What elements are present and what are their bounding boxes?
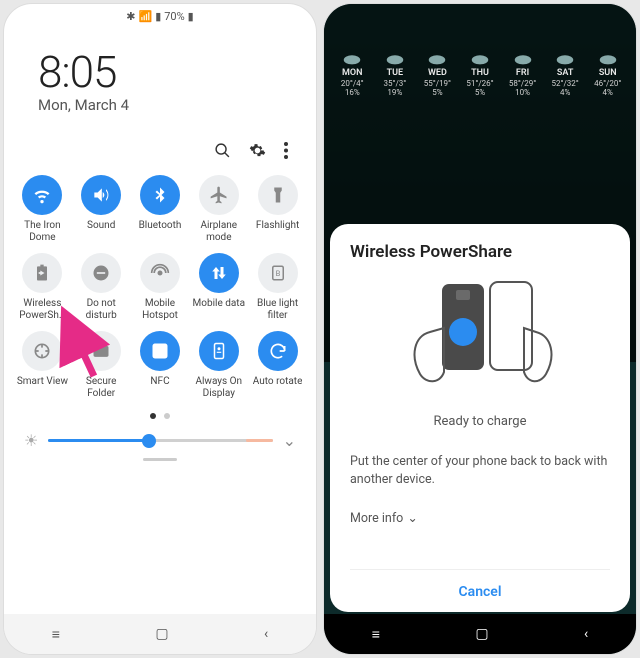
bluetooth-status-icon: ✱: [126, 10, 135, 23]
tile-dnd[interactable]: Do not disturb: [73, 253, 130, 321]
nav-bar: ≡ ▢ ‹: [324, 614, 636, 654]
clock-area: 8:05 Mon, March 4: [4, 28, 316, 120]
panel-tools: [4, 120, 316, 169]
pager-dots[interactable]: [4, 399, 316, 425]
phone-right-powershare: 8:05 📶 ▮ ▮ MON20°/4°16%TUE35°/3°19%WED55…: [324, 4, 636, 654]
hotspot-icon: [140, 253, 180, 293]
more-info-button[interactable]: More info ⌄: [350, 510, 610, 526]
tile-volume[interactable]: Sound: [73, 175, 130, 243]
tile-label: Always On Display: [190, 376, 247, 399]
nav-back-icon[interactable]: ‹: [264, 626, 268, 642]
tile-label: The Iron Dome: [14, 220, 71, 243]
brightness-icon: ☀︎: [24, 431, 38, 450]
tile-label: Smart View: [17, 376, 68, 388]
tile-folder[interactable]: Secure Folder: [73, 331, 130, 399]
wifi-status-icon: 📶: [138, 10, 152, 23]
weather-forecast-row: MON20°/4°16%TUE35°/3°19%WED55°/19°5%THU5…: [332, 50, 628, 98]
pager-dot[interactable]: [150, 413, 156, 419]
forecast-day: FRI58°/29°10%: [502, 50, 543, 98]
search-icon[interactable]: [214, 142, 231, 159]
battery-text: 70%: [164, 10, 184, 23]
signal-status-icon: ▮: [155, 10, 161, 23]
powershare-sheet: Wireless PowerShare Ready to charge Put …: [330, 224, 630, 612]
tile-label: Bluetooth: [139, 220, 182, 232]
wifi-icon: [22, 175, 62, 215]
forecast-day: THU51°/26°5%: [460, 50, 501, 98]
tile-powershare[interactable]: Wireless PowerSh…: [14, 253, 71, 321]
forecast-day: MON20°/4°16%: [332, 50, 373, 98]
brightness-row: ☀︎ ⌄: [4, 425, 316, 450]
tile-label: Mobile data: [193, 298, 246, 310]
status-bar: ✱ 📶 ▮ 70% ▮: [4, 4, 316, 28]
more-icon[interactable]: [284, 142, 288, 159]
data-icon: [199, 253, 239, 293]
clock-time: 8:05: [38, 46, 316, 98]
cancel-button[interactable]: Cancel: [350, 569, 610, 600]
aod-icon: [199, 331, 239, 371]
pager-dot[interactable]: [164, 413, 170, 419]
tile-label: Blue light filter: [249, 298, 306, 321]
dnd-icon: [81, 253, 121, 293]
powershare-icon: [22, 253, 62, 293]
tile-hotspot[interactable]: Mobile Hotspot: [132, 253, 189, 321]
smartview-icon: [22, 331, 62, 371]
nav-back-icon[interactable]: ‹: [584, 626, 588, 642]
tile-bluelight[interactable]: B Blue light filter: [249, 253, 306, 321]
battery-icon: ▮: [188, 10, 194, 23]
rotate-icon: [258, 331, 298, 371]
nav-recents-icon[interactable]: ≡: [372, 626, 380, 643]
tile-aod[interactable]: Always On Display: [190, 331, 247, 399]
tile-smartview[interactable]: Smart View: [14, 331, 71, 399]
forecast-day: WED55°/19°5%: [417, 50, 458, 98]
tile-label: Auto rotate: [253, 376, 303, 388]
nav-recents-icon[interactable]: ≡: [52, 626, 60, 643]
nav-home-icon[interactable]: ▢: [475, 626, 488, 642]
flashlight-icon: [258, 175, 298, 215]
powershare-illustration: [350, 276, 610, 396]
tile-rotate[interactable]: Auto rotate: [249, 331, 306, 399]
brightness-slider[interactable]: [48, 439, 272, 442]
tile-bluetooth[interactable]: Bluetooth: [132, 175, 189, 243]
nfc-icon: N: [140, 331, 180, 371]
nav-home-icon[interactable]: ▢: [155, 626, 168, 642]
forecast-day: SUN46°/20°4%: [587, 50, 628, 98]
tile-flashlight[interactable]: Flashlight: [249, 175, 306, 243]
tile-label: Airplane mode: [190, 220, 247, 243]
tile-airplane[interactable]: Airplane mode: [190, 175, 247, 243]
status-text: Ready to charge: [350, 414, 610, 429]
phone-left-quick-settings: ✱ 📶 ▮ 70% ▮ 8:05 Mon, March 4 The Iron D…: [4, 4, 316, 654]
tile-label: NFC: [150, 376, 169, 388]
forecast-day: TUE35°/3°19%: [375, 50, 416, 98]
bluelight-icon: B: [258, 253, 298, 293]
chevron-down-icon: ⌄: [407, 510, 417, 526]
tile-label: Sound: [87, 220, 115, 232]
bluetooth-icon: [140, 175, 180, 215]
volume-icon: [81, 175, 121, 215]
tile-nfc[interactable]: N NFC: [132, 331, 189, 399]
sheet-title: Wireless PowerShare: [350, 242, 610, 262]
tile-label: Mobile Hotspot: [132, 298, 189, 321]
airplane-icon: [199, 175, 239, 215]
nav-bar: ≡ ▢ ‹: [4, 614, 316, 654]
tile-label: Do not disturb: [73, 298, 130, 321]
folder-icon: [81, 331, 121, 371]
panel-handle[interactable]: [143, 458, 177, 461]
tile-label: Secure Folder: [73, 376, 130, 399]
clock-date: Mon, March 4: [38, 96, 316, 114]
brightness-expand-icon[interactable]: ⌄: [283, 431, 296, 450]
svg-text:B: B: [275, 269, 280, 278]
gear-icon[interactable]: [249, 142, 266, 159]
quick-settings-tiles: The Iron Dome Sound Bluetooth Airplane mode…: [4, 169, 316, 399]
tile-wifi[interactable]: The Iron Dome: [14, 175, 71, 243]
tile-label: Flashlight: [256, 220, 299, 232]
tile-data[interactable]: Mobile data: [190, 253, 247, 321]
more-info-label: More info: [350, 511, 403, 526]
forecast-day: SAT52°/32°4%: [545, 50, 586, 98]
svg-text:N: N: [157, 347, 163, 357]
instruction-text: Put the center of your phone back to bac…: [350, 453, 610, 488]
tile-label: Wireless PowerSh…: [14, 298, 71, 321]
